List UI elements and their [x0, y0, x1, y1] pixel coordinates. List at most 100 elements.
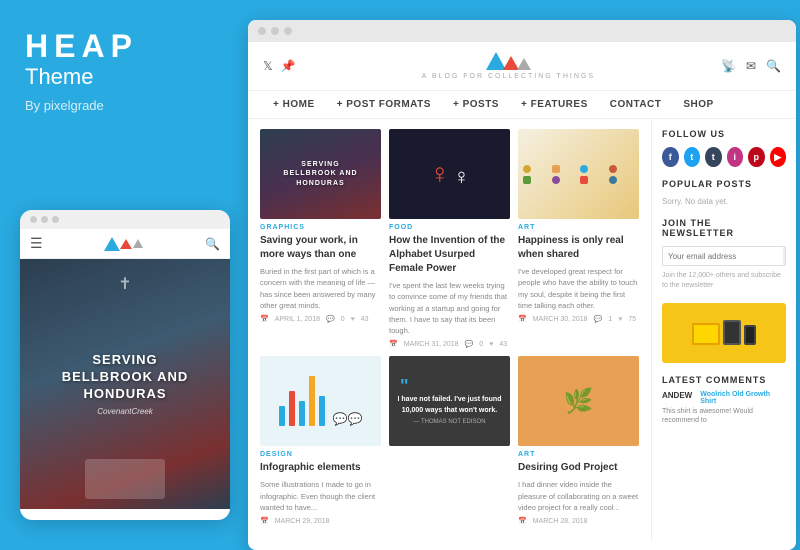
blog-post-2: ♀ ♀ FOOD How the Invention of the Alphab…: [389, 129, 510, 348]
post-6-meta: 📅 MARCH 28, 2018: [518, 517, 639, 525]
left-panel: HEAP Theme By pixelgrade ☰ 🔍 ✝ ServingBe…: [0, 0, 240, 550]
nav-features[interactable]: + FEATURES: [511, 91, 598, 118]
latest-comments-title: LATEST COMMENTS: [662, 375, 786, 385]
post-image-desiring[interactable]: 🌿: [518, 356, 639, 446]
main-content: ServingBellbrook andHonduras GRAPHICS Sa…: [248, 119, 796, 540]
post-image-quote[interactable]: " I have not failed. I've just found 10,…: [389, 356, 510, 446]
post-image-alphabet[interactable]: ♀ ♀: [389, 129, 510, 219]
bar-2: [289, 391, 295, 426]
newsletter-description: Join the 12,000+ others and subscribe to…: [662, 271, 786, 291]
logo-t3: [517, 58, 531, 70]
chat-bubbles-icon: 💬💬: [333, 412, 363, 426]
post-2-category: FOOD: [389, 224, 510, 231]
site-header-right: 📡 ✉ 🔍: [721, 59, 781, 73]
post-1-date: APRIL 1, 2018: [275, 316, 320, 323]
browser-dot-2: [271, 27, 279, 35]
mobile-brand-text: CovenantCreek: [97, 407, 153, 416]
calendar-icon: 📅: [260, 315, 269, 323]
follow-us-title: FOLLOW US: [662, 129, 786, 139]
monitor-icon: [692, 323, 720, 345]
mobile-search-icon[interactable]: 🔍: [205, 237, 220, 251]
browser-dot-1: [258, 27, 266, 35]
post-2-excerpt: I've spent the last few weeks trying to …: [389, 280, 510, 336]
nav-home[interactable]: + HOME: [263, 91, 325, 118]
sidebar-latest-comments: LATEST COMMENTS ANDEW Woolrich Old Growt…: [662, 375, 786, 427]
pinterest-icon[interactable]: p: [748, 147, 765, 167]
blog-grid: ServingBellbrook andHonduras GRAPHICS Sa…: [260, 129, 639, 525]
nav-posts[interactable]: + POSTS: [443, 91, 509, 118]
nav-shop[interactable]: SHOP: [673, 91, 723, 118]
post-3-excerpt: I've developed great respect for people …: [518, 266, 639, 311]
post-6-title[interactable]: Desiring God Project: [518, 461, 639, 475]
phone-icon: [744, 325, 756, 345]
newsletter-title: JOIN THE NEWSLETTER: [662, 218, 786, 238]
quote-text: I have not failed. I've just found 10,00…: [395, 395, 504, 416]
post-3-title[interactable]: Happiness is only real when shared: [518, 234, 639, 262]
newsletter-form: ›: [662, 246, 786, 266]
sidebar-popular-posts: POPULAR POSTS Sorry. No data yet.: [662, 179, 786, 206]
twitter-header-icon[interactable]: 𝕏: [263, 59, 273, 73]
instagram-icon[interactable]: i: [727, 147, 744, 167]
email-icon[interactable]: ✉: [746, 59, 756, 73]
blog-post-5: " I have not failed. I've just found 10,…: [389, 356, 510, 525]
logo-triangles: [486, 52, 531, 70]
post-2-likes: 43: [499, 341, 507, 348]
pinterest-header-icon[interactable]: 📌: [281, 59, 296, 73]
rss-icon[interactable]: 📡: [721, 59, 736, 73]
youtube-icon[interactable]: ▶: [770, 147, 787, 167]
facebook-icon[interactable]: f: [662, 147, 679, 167]
hamburger-icon[interactable]: ☰: [30, 235, 43, 252]
mobile-dots-bar: [20, 210, 230, 229]
promo-banner[interactable]: [662, 303, 786, 363]
logo-triangle-gray: [133, 239, 143, 248]
logo-triangle-blue: [104, 237, 120, 251]
heart-icon-3: ♥: [618, 316, 622, 323]
post-1-meta: 📅 APRIL 1, 2018 💬 0 ♥ 43: [260, 315, 381, 323]
mobile-dot-2: [41, 216, 48, 223]
post-2-comments: 0: [479, 341, 483, 348]
sidebar-follow-us: FOLLOW US f t t i p ▶: [662, 129, 786, 167]
post-image-infographic[interactable]: 💬💬: [260, 356, 381, 446]
mobile-dot-3: [52, 216, 59, 223]
popular-posts-empty: Sorry. No data yet.: [662, 197, 786, 206]
comment-author-row: ANDEW Woolrich Old Growth Shirt: [662, 391, 786, 405]
nav-post-formats[interactable]: + POST FORMATS: [327, 91, 441, 118]
calendar-icon-6: 📅: [518, 517, 527, 525]
post-3-comments: 1: [608, 316, 612, 323]
mobile-hero-text: ServingBellbrook andHonduras: [62, 352, 189, 403]
post-image-happiness[interactable]: [518, 129, 639, 219]
newsletter-submit[interactable]: ›: [783, 247, 786, 265]
post-2-title[interactable]: How the Invention of the Alphabet Usurpe…: [389, 234, 510, 276]
post-1-title[interactable]: Saving your work, in more ways than one: [260, 234, 381, 262]
browser-dots-bar: [248, 20, 796, 42]
post-3-meta: 📅 MARCH 30, 2018 💬 1 ♥ 75: [518, 315, 639, 323]
comment-icon-2: 💬: [465, 340, 474, 348]
post-1-category: GRAPHICS: [260, 224, 381, 231]
bar-1: [279, 406, 285, 426]
twitter-icon[interactable]: t: [684, 147, 701, 167]
quote-mark: ": [400, 377, 409, 395]
post-6-category: ART: [518, 451, 639, 458]
sidebar-promo: [662, 303, 786, 363]
mobile-cross-icon: ✝: [118, 274, 131, 294]
heap-by: By pixelgrade: [25, 98, 215, 113]
bar-3: [299, 401, 305, 426]
browser-dot-3: [284, 27, 292, 35]
tumblr-icon[interactable]: t: [705, 147, 722, 167]
comment-post-link[interactable]: Woolrich Old Growth Shirt: [700, 391, 786, 405]
post-6-excerpt: I had dinner video inside the pleasure o…: [518, 479, 639, 513]
newsletter-input[interactable]: [663, 247, 783, 265]
site-social-icons: 𝕏 📌: [263, 59, 296, 73]
blog-area: ServingBellbrook andHonduras GRAPHICS Sa…: [248, 119, 651, 540]
post-4-title[interactable]: Infographic elements: [260, 461, 381, 475]
post-2-meta: 📅 MARCH 31, 2018 💬 0 ♥ 43: [389, 340, 510, 348]
post-1-excerpt: Buried in the first part of which is a c…: [260, 266, 381, 311]
calendar-icon-3: 📅: [518, 315, 527, 323]
mobile-map-visual: [85, 459, 165, 499]
calendar-icon-2: 📅: [389, 340, 398, 348]
nav-contact[interactable]: CONTACT: [600, 91, 672, 118]
post-2-date: MARCH 31, 2018: [404, 341, 459, 348]
post-image-serving[interactable]: ServingBellbrook andHonduras: [260, 129, 381, 219]
bar-5: [319, 396, 325, 426]
search-icon[interactable]: 🔍: [766, 59, 781, 73]
